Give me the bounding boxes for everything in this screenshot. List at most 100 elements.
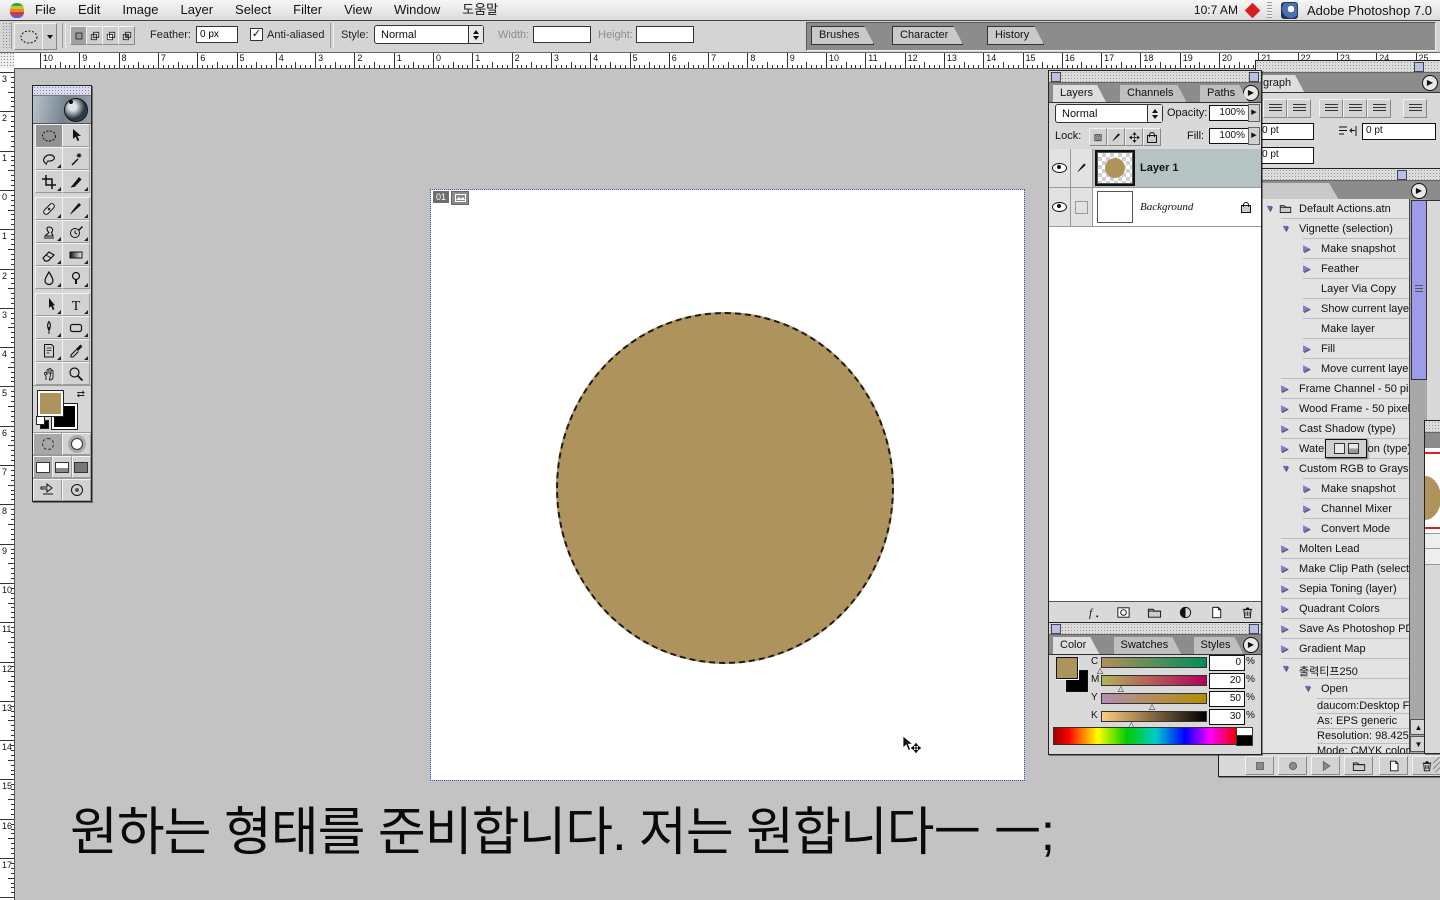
- fullscreen-menubar-button[interactable]: [52, 456, 71, 478]
- tool-lasso[interactable]: [35, 147, 63, 170]
- collapse-arrow-icon[interactable]: ▶: [1281, 543, 1288, 554]
- visibility-cell[interactable]: [1049, 149, 1071, 187]
- tool-slice[interactable]: [62, 170, 90, 193]
- layer-style-button[interactable]: f: [1083, 604, 1101, 620]
- tool-type[interactable]: T: [62, 293, 90, 316]
- menu-item[interactable]: Window: [383, 2, 451, 17]
- apple-menu-icon[interactable]: [10, 3, 24, 18]
- tab-paragraph[interactable]: graph: [1256, 75, 1304, 92]
- mini-button[interactable]: [1348, 443, 1359, 454]
- photoshop-logo-banner[interactable]: [33, 96, 91, 124]
- height-input[interactable]: [636, 26, 694, 43]
- collapse-arrow-icon[interactable]: ▶: [1281, 603, 1288, 614]
- opacity-value[interactable]: 100%: [1209, 105, 1249, 121]
- indent-right-field[interactable]: 0 pt: [1362, 123, 1436, 140]
- document-canvas[interactable]: 01: [431, 190, 1024, 780]
- vertical-ruler[interactable]: 3210123456789101112131415161718: [0, 68, 15, 900]
- tool-gradient[interactable]: [62, 243, 90, 266]
- well-tab-brushes[interactable]: Brushes: [811, 26, 874, 45]
- palette-menu-button[interactable]: ▶: [1243, 637, 1259, 653]
- indent-left-field[interactable]: 0 pt: [1258, 123, 1314, 140]
- collapse-arrow-icon[interactable]: ▶: [1303, 363, 1310, 374]
- expand-arrow-icon[interactable]: ▼: [1303, 683, 1312, 693]
- collapse-arrow-icon[interactable]: ▶: [1281, 583, 1288, 594]
- menu-item[interactable]: Filter: [282, 2, 333, 17]
- collapse-arrow-icon[interactable]: ▶: [1281, 403, 1288, 414]
- collapse-widget-icon[interactable]: [1249, 72, 1259, 82]
- palette-menu-button[interactable]: ▶: [1411, 183, 1427, 199]
- new-action-button[interactable]: [1379, 756, 1408, 775]
- collapse-arrow-icon[interactable]: ▶: [1303, 503, 1310, 514]
- tool-hand[interactable]: [35, 362, 63, 385]
- menu-item[interactable]: Select: [224, 2, 282, 17]
- photoshop-app-icon[interactable]: [1281, 2, 1298, 19]
- tool-magic-wand[interactable]: [62, 147, 90, 170]
- collapse-arrow-icon[interactable]: ▶: [1281, 423, 1288, 434]
- style-dropdown[interactable]: Normal: [374, 25, 484, 44]
- slider-thumb[interactable]: △: [1149, 703, 1155, 711]
- palette-title-bar[interactable]: [1425, 421, 1440, 433]
- palette-title-bar[interactable]: [1256, 61, 1440, 73]
- tool-preset-dropdown-button[interactable]: [42, 23, 57, 50]
- tool-clone-stamp[interactable]: [35, 220, 63, 243]
- menu-item[interactable]: 도움말: [451, 2, 509, 17]
- tab-swatches[interactable]: Swatches: [1114, 637, 1182, 654]
- palette-title-bar[interactable]: [1049, 71, 1261, 83]
- align-button-5[interactable]: [1403, 99, 1427, 118]
- collapse-arrow-icon[interactable]: ▶: [1281, 443, 1288, 454]
- adjustment-layer-button[interactable]: [1176, 604, 1194, 620]
- slider-bar-c[interactable]: [1101, 657, 1207, 668]
- scrollbar-thumb[interactable]: [1411, 200, 1427, 380]
- mini-button[interactable]: [1334, 443, 1345, 454]
- well-tab-character[interactable]: Character: [892, 26, 963, 45]
- foreground-color-swatch[interactable]: [38, 391, 63, 416]
- collapse-widget-icon[interactable]: [1397, 170, 1407, 180]
- menu-item[interactable]: File: [24, 2, 67, 17]
- horizontal-ruler[interactable]: 1098765432101234567891011121314151617181…: [14, 52, 1440, 69]
- tool-path-select[interactable]: [35, 293, 63, 316]
- collapse-arrow-icon[interactable]: ▶: [1303, 263, 1310, 274]
- collapse-arrow-icon[interactable]: ▶: [1281, 383, 1288, 394]
- circle-selection[interactable]: [556, 312, 894, 664]
- palette-menu-button[interactable]: ▶: [1422, 75, 1438, 91]
- lock-pixels-button[interactable]: [1107, 128, 1125, 146]
- tab-layers[interactable]: Layers: [1053, 85, 1106, 102]
- lock-transparency-button[interactable]: ▨: [1089, 128, 1107, 146]
- menu-item[interactable]: Layer: [170, 2, 225, 17]
- floating-mini-palette[interactable]: [1325, 439, 1367, 458]
- selection-subtract-button[interactable]: [102, 26, 119, 45]
- fill-slider-button[interactable]: ▶: [1248, 127, 1260, 145]
- slider-value-m[interactable]: 20: [1209, 673, 1245, 689]
- close-widget-icon[interactable]: [1051, 72, 1061, 82]
- slider-value-c[interactable]: 0: [1209, 655, 1245, 671]
- close-widget-icon[interactable]: [1051, 624, 1061, 634]
- align-button-3[interactable]: [1343, 99, 1367, 118]
- imageready-logo-button[interactable]: [62, 479, 91, 501]
- collapse-widget-icon[interactable]: [1414, 62, 1424, 72]
- fill-value[interactable]: 100%: [1209, 128, 1249, 144]
- expand-arrow-icon[interactable]: ▼: [1281, 223, 1290, 233]
- options-bar-drag-handle[interactable]: [2, 22, 12, 49]
- slider-value-k[interactable]: 30: [1209, 709, 1245, 725]
- collapse-arrow-icon[interactable]: ▶: [1281, 563, 1288, 574]
- fullscreen-button[interactable]: [72, 456, 91, 478]
- align-button-1[interactable]: [1287, 99, 1311, 118]
- tool-pen[interactable]: [35, 316, 63, 339]
- align-button-0[interactable]: [1263, 99, 1287, 118]
- well-tab-history[interactable]: History: [987, 26, 1044, 45]
- opacity-slider-button[interactable]: ▶: [1248, 104, 1260, 122]
- blend-mode-dropdown[interactable]: Normal: [1055, 104, 1163, 123]
- ruler-corner[interactable]: [0, 52, 15, 69]
- quick-mask-mode-button[interactable]: [62, 433, 91, 455]
- visibility-cell[interactable]: [1049, 188, 1071, 226]
- layer-row[interactable]: Layer 1: [1049, 149, 1261, 188]
- tool-eraser[interactable]: [35, 243, 63, 266]
- anti-aliased-checkbox[interactable]: ✓: [250, 28, 263, 41]
- standard-mode-button[interactable]: [33, 433, 62, 455]
- tab-color[interactable]: Color: [1053, 637, 1099, 654]
- tool-healing-brush[interactable]: [35, 197, 63, 220]
- black-swatch[interactable]: [1236, 735, 1253, 746]
- collapse-arrow-icon[interactable]: ▶: [1303, 303, 1310, 314]
- tool-history-brush[interactable]: [62, 220, 90, 243]
- add-mask-button[interactable]: [1114, 604, 1132, 620]
